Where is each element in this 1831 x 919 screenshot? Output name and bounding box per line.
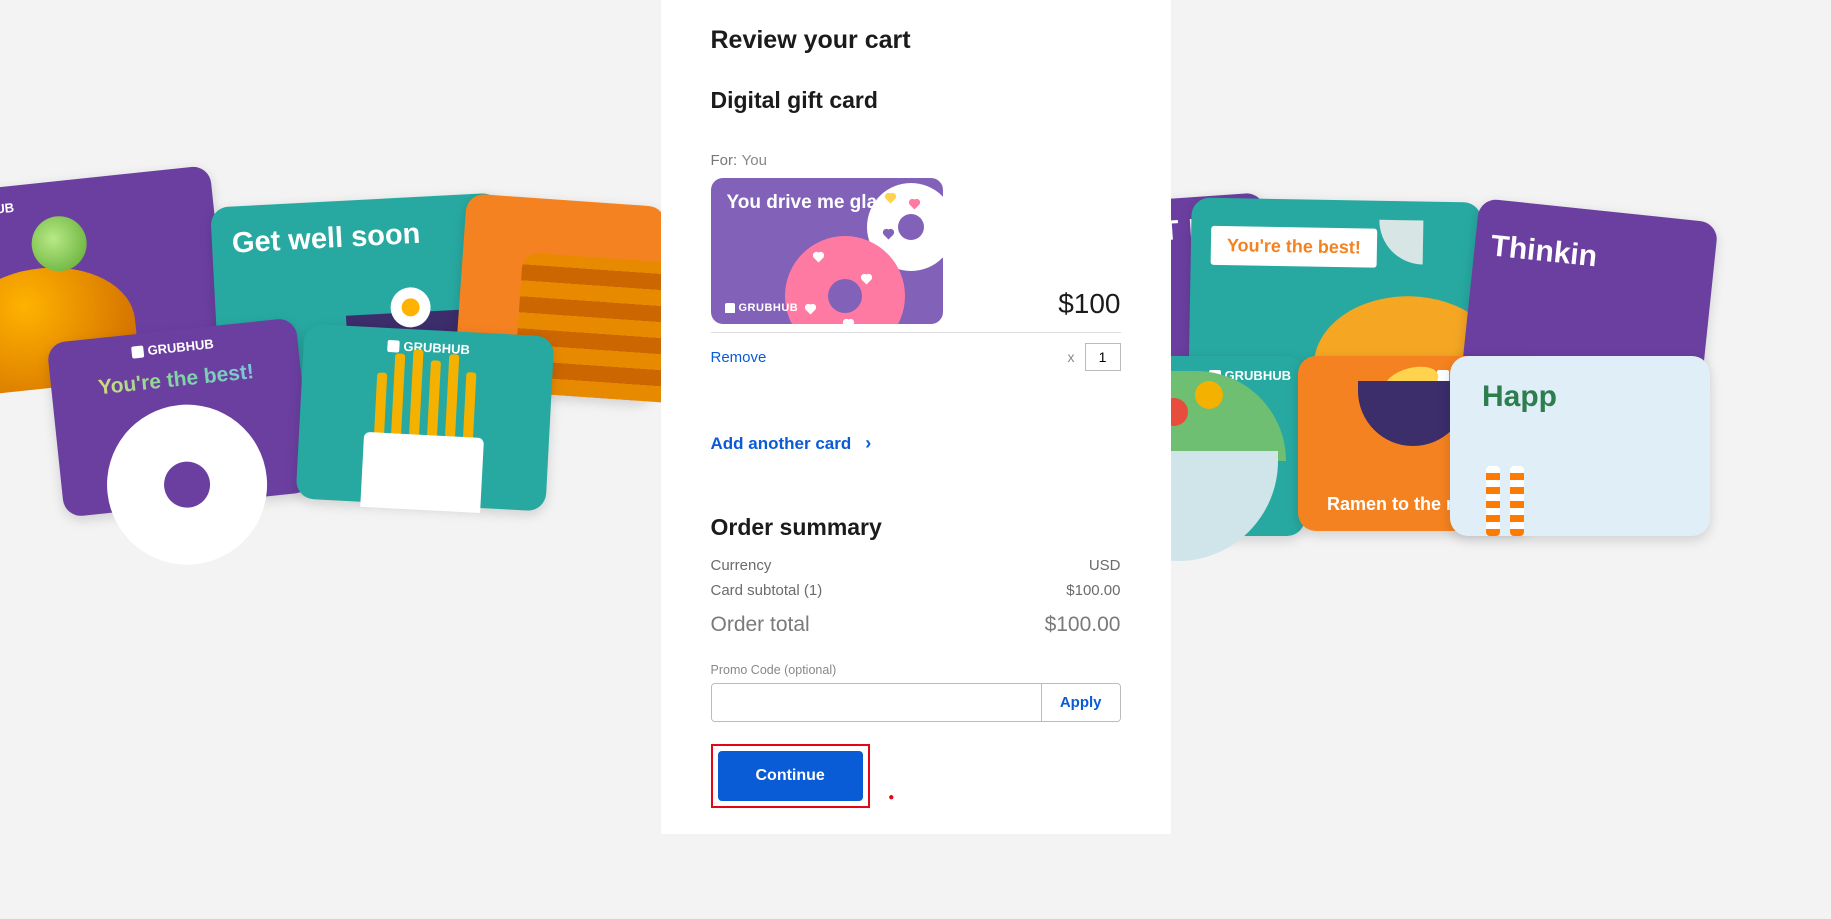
qty-symbol: x (1068, 349, 1075, 365)
bg-card-fries: GRUBHUB (296, 324, 555, 512)
bg-card-best-donut: GRUBHUB You're the best! (47, 317, 314, 517)
chevron-right-icon: › (865, 433, 871, 454)
order-summary-section: Order summary Currency USD Card subtotal… (661, 490, 1171, 834)
bag-icon (725, 303, 735, 313)
item-price: $100 (1058, 288, 1120, 320)
promo-box: Apply (711, 683, 1121, 722)
currency-value: USD (1089, 557, 1121, 574)
divider (711, 332, 1121, 333)
gift-card-preview: You drive me glazy GRUBHUB (711, 178, 943, 324)
product-title: Digital gift card (711, 87, 1121, 114)
bg-card-happy: Happ (1450, 356, 1710, 536)
review-cart-title: Review your cart (711, 26, 1121, 55)
for-label: For: (711, 152, 738, 169)
continue-button[interactable]: Continue (718, 751, 863, 801)
order-summary-title: Order summary (711, 514, 1121, 541)
checkout-panel: Review your cart Digital gift card For: … (661, 0, 1171, 834)
apply-button[interactable]: Apply (1041, 684, 1120, 721)
subtotal-label: Card subtotal (1) (711, 582, 823, 599)
add-another-label: Add another card (711, 434, 852, 454)
bg-text: Thinkin (1473, 198, 1718, 287)
subtotal-value: $100.00 (1066, 582, 1120, 599)
promo-code-input[interactable] (712, 684, 1041, 721)
cart-section: Review your cart Digital gift card For: … (661, 0, 1171, 397)
currency-label: Currency (711, 557, 772, 574)
promo-label: Promo Code (optional) (711, 663, 1121, 677)
bg-paper-text: You're the best! (1211, 226, 1378, 268)
bg-text: Get well soon (210, 193, 504, 284)
card-brand: GRUBHUB (725, 302, 799, 314)
dot-marker: ● (888, 792, 894, 803)
for-value: You (742, 152, 767, 169)
recipient-row: For: You (711, 152, 1121, 170)
remove-link[interactable]: Remove (711, 349, 767, 366)
continue-highlight-box: Continue (711, 744, 870, 808)
quantity-input[interactable] (1085, 343, 1121, 371)
add-another-card-link[interactable]: Add another card › (661, 413, 1171, 474)
order-total-label: Order total (711, 613, 810, 637)
order-total-value: $100.00 (1045, 613, 1121, 637)
bg-text: Happ (1450, 356, 1710, 414)
